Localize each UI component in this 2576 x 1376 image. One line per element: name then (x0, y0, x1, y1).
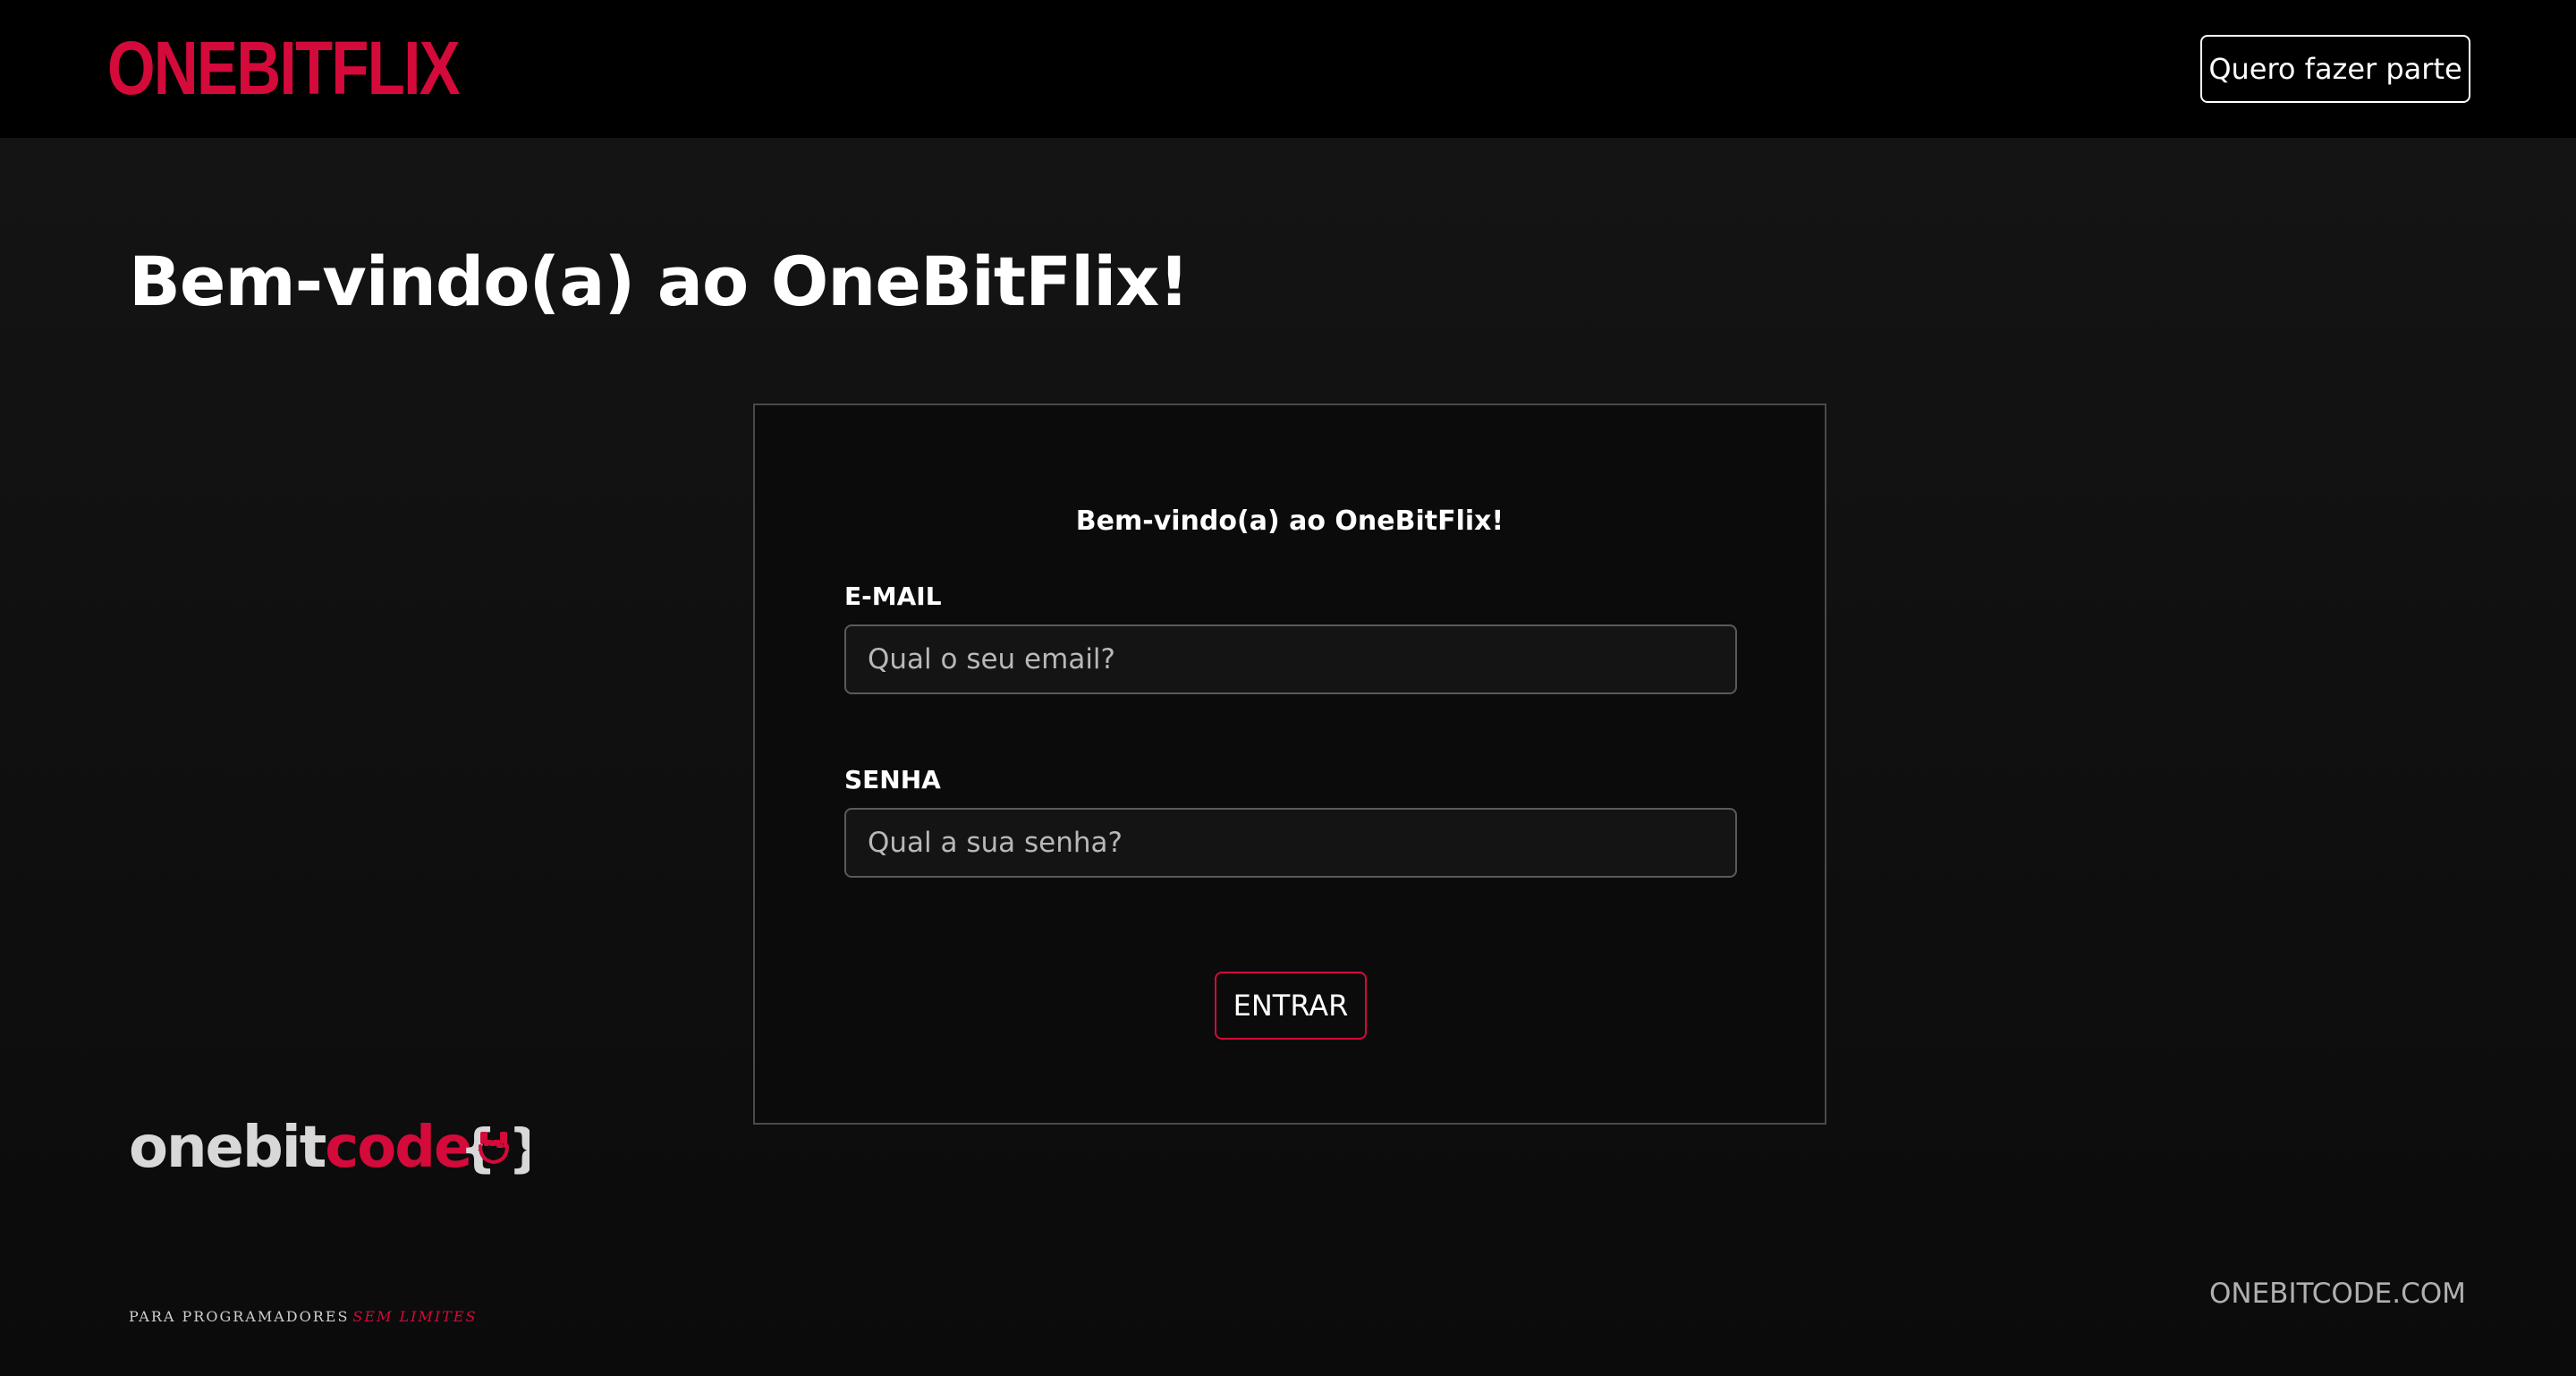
page-title: Bem-vindo(a) ao OneBitFlix! (129, 242, 1190, 321)
email-label: E-MAIL (844, 582, 942, 611)
svg-text:{: { (460, 1117, 496, 1178)
tagline-part1: PARA PROGRAMADORES (129, 1308, 350, 1325)
wordmark-onebit: onebit (129, 1115, 326, 1181)
password-field[interactable] (844, 808, 1737, 878)
tagline-part2: SEM LIMITES (352, 1308, 478, 1325)
site-header: ONEBITFLIX Quero fazer parte (0, 0, 2576, 138)
login-form: Bem-vindo(a) ao OneBitFlix! E-MAIL SENHA… (753, 403, 1826, 1125)
login-form-title: Bem-vindo(a) ao OneBitFlix! (1075, 505, 1504, 537)
wordmark-code: code (325, 1115, 472, 1181)
join-button[interactable]: Quero fazer parte (2200, 35, 2470, 103)
rock-hand-braces-icon: { } (460, 1117, 530, 1178)
onebitcode-wordmark: onebitcode (129, 1112, 472, 1184)
email-field[interactable] (844, 624, 1737, 694)
onebitcode-site-link[interactable]: ONEBITCODE.COM (2209, 1276, 2466, 1312)
brand-tagline: PARA PROGRAMADORES SEM LIMITES (129, 1308, 478, 1326)
svg-text:}: } (508, 1117, 530, 1178)
login-submit-button[interactable]: ENTRAR (1215, 972, 1367, 1040)
password-label: SENHA (844, 765, 941, 794)
main-content: Bem-vindo(a) ao OneBitFlix! Bem-vindo(a)… (0, 138, 2576, 1376)
onebitflix-logo[interactable]: ONEBITFLIX (107, 25, 461, 111)
